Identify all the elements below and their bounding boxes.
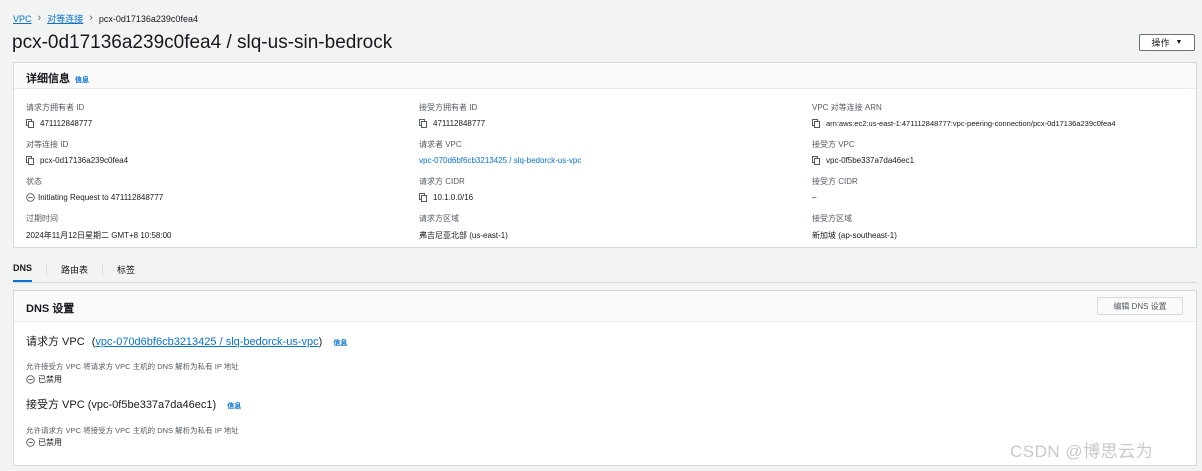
accepter-cidr-label: 接受方 CIDR — [812, 177, 858, 186]
requester-cidr-label: 请求方 CIDR — [419, 177, 465, 186]
copy-icon[interactable] — [419, 119, 427, 128]
chevron-right-icon: › — [37, 12, 42, 24]
accepter-vpc-value: vpc-0f5be337a7da46ec1 — [826, 156, 915, 165]
edit-dns-settings-button[interactable]: 编辑 DNS 设置 — [1097, 297, 1183, 315]
breadcrumb-peering-link[interactable]: 对等连接 — [47, 12, 83, 25]
accepter-cidr-field: 接受方 CIDR – — [812, 176, 858, 202]
tab-bar: DNS 路由表 标签 — [13, 259, 149, 283]
disabled-status-icon — [26, 438, 35, 447]
arn-value: arn:aws:ec2:us-east-1:471112848777:vpc-p… — [826, 119, 1116, 128]
requester-owner-label: 请求方拥有者 ID — [26, 103, 85, 112]
requester-owner-value: 471112848777 — [40, 119, 93, 128]
accepter-cidr-value: – — [812, 193, 817, 202]
accepter-vpc-heading-text: 接受方 VPC (vpc-0f5be337a7da46ec1) — [26, 399, 217, 411]
accepter-dns-status: 已禁用 — [26, 437, 62, 448]
breadcrumb: VPC › 对等连接 › pcx-0d17136a239c0fea4 — [13, 12, 198, 25]
accepter-dns-status-text: 已禁用 — [38, 438, 62, 447]
details-info-link[interactable]: 信息 — [75, 77, 89, 84]
requester-region-label: 请求方区域 — [419, 214, 459, 223]
pending-status-icon — [26, 193, 35, 202]
caret-down-icon: ▼ — [1175, 39, 1183, 46]
expiration-value: 2024年11月12日星期二 GMT+8 10:58:00 — [26, 231, 172, 240]
requester-vpc-link[interactable]: vpc-070d6bf6cb3213425 / slq-bedorck-us-v… — [419, 156, 581, 165]
requester-vpc-prefix: 请求方 VPC — [26, 336, 85, 348]
requester-region-field: 请求方区域 弗吉尼亚北部 (us-east-1) — [419, 213, 508, 241]
accepter-owner-label: 接受方拥有者 ID — [419, 103, 478, 112]
requester-cidr-field: 请求方 CIDR 10.1.0.0/16 — [419, 176, 473, 202]
status-value: Initiating Request to 471112848777 — [38, 193, 164, 202]
expiration-field: 过期时间 2024年11月12日星期二 GMT+8 10:58:00 — [26, 213, 171, 241]
accepter-vpc-label: 接受方 VPC — [812, 140, 855, 149]
watermark: CSDN @博思云为 — [1010, 442, 1154, 461]
requester-cidr-value: 10.1.0.0/16 — [433, 193, 474, 202]
status-label: 状态 — [26, 177, 42, 186]
details-panel: 详细信息 信息 请求方拥有者 ID 471112848777 对等连接 ID pc… — [13, 62, 1197, 248]
dns-panel-header: DNS 设置 编辑 DNS 设置 — [14, 291, 1196, 322]
status-field: 状态 Initiating Request to 471112848777 — [26, 176, 163, 202]
requester-dns-status: 已禁用 — [26, 374, 62, 385]
disabled-status-icon — [26, 375, 35, 384]
requester-dns-description: 允许接受方 VPC 将请求方 VPC 主机的 DNS 解析为私有 IP 地址 — [26, 362, 239, 371]
dns-title: DNS 设置 — [26, 303, 75, 315]
chevron-right-icon: › — [89, 12, 93, 24]
tab-bar-divider — [13, 282, 1197, 283]
breadcrumb-current: pcx-0d17136a239c0fea4 — [98, 13, 198, 24]
requester-vpc-label: 请求者 VPC — [419, 140, 462, 149]
requester-vpc-heading: 请求方 VPC (vpc-070d6bf6cb3213425 / slq-bed… — [26, 333, 347, 349]
breadcrumb-vpc-link[interactable]: VPC — [13, 14, 32, 24]
peering-id-field: 对等连接 ID pcx-0d17136a239c0fea4 — [26, 139, 128, 165]
tab-dns[interactable]: DNS — [13, 259, 46, 282]
expiration-label: 过期时间 — [26, 214, 58, 223]
requester-vpc-heading-link[interactable]: vpc-070d6bf6cb3213425 / slq-bedorck-us-v… — [95, 336, 318, 348]
details-panel-header: 详细信息 信息 — [14, 63, 1196, 89]
arn-label: VPC 对等连接 ARN — [812, 103, 882, 112]
paren-close: ) — [318, 336, 323, 348]
actions-button[interactable]: 操作 ▼ — [1139, 34, 1195, 51]
requester-vpc-field: 请求者 VPC vpc-070d6bf6cb3213425 / slq-bedo… — [419, 139, 581, 165]
actions-label: 操作 — [1151, 38, 1170, 48]
accepter-vpc-heading: 接受方 VPC (vpc-0f5be337a7da46ec1) 信息 — [26, 396, 241, 412]
peering-id-label: 对等连接 ID — [26, 140, 69, 149]
arn-field: VPC 对等连接 ARN arn:aws:ec2:us-east-1:47111… — [812, 102, 1116, 128]
page-title: pcx-0d17136a239c0fea4 / slq-us-sin-bedro… — [12, 32, 393, 53]
accepter-owner-field: 接受方拥有者 ID 471112848777 — [419, 102, 485, 128]
copy-icon[interactable] — [26, 156, 34, 165]
copy-icon[interactable] — [812, 119, 820, 128]
requester-owner-field: 请求方拥有者 ID 471112848777 — [26, 102, 92, 128]
requester-region-value: 弗吉尼亚北部 (us-east-1) — [419, 231, 508, 240]
accepter-dns-info-link[interactable]: 信息 — [227, 403, 241, 410]
accepter-vpc-field: 接受方 VPC vpc-0f5be337a7da46ec1 — [812, 139, 914, 165]
accepter-dns-description: 允许请求方 VPC 将接受方 VPC 主机的 DNS 解析为私有 IP 地址 — [26, 426, 239, 435]
accepter-owner-value: 471112848777 — [433, 119, 486, 128]
requester-dns-info-link[interactable]: 信息 — [333, 340, 347, 347]
accepter-region-label: 接受方区域 — [812, 214, 852, 223]
requester-dns-status-text: 已禁用 — [38, 375, 62, 384]
details-title: 详细信息 — [26, 73, 70, 85]
accepter-region-value: 新加坡 (ap-southeast-1) — [812, 231, 897, 240]
copy-icon[interactable] — [419, 193, 427, 202]
copy-icon[interactable] — [812, 156, 820, 165]
peering-id-value: pcx-0d17136a239c0fea4 — [40, 156, 129, 165]
copy-icon[interactable] — [26, 119, 34, 128]
accepter-region-field: 接受方区域 新加坡 (ap-southeast-1) — [812, 213, 897, 241]
